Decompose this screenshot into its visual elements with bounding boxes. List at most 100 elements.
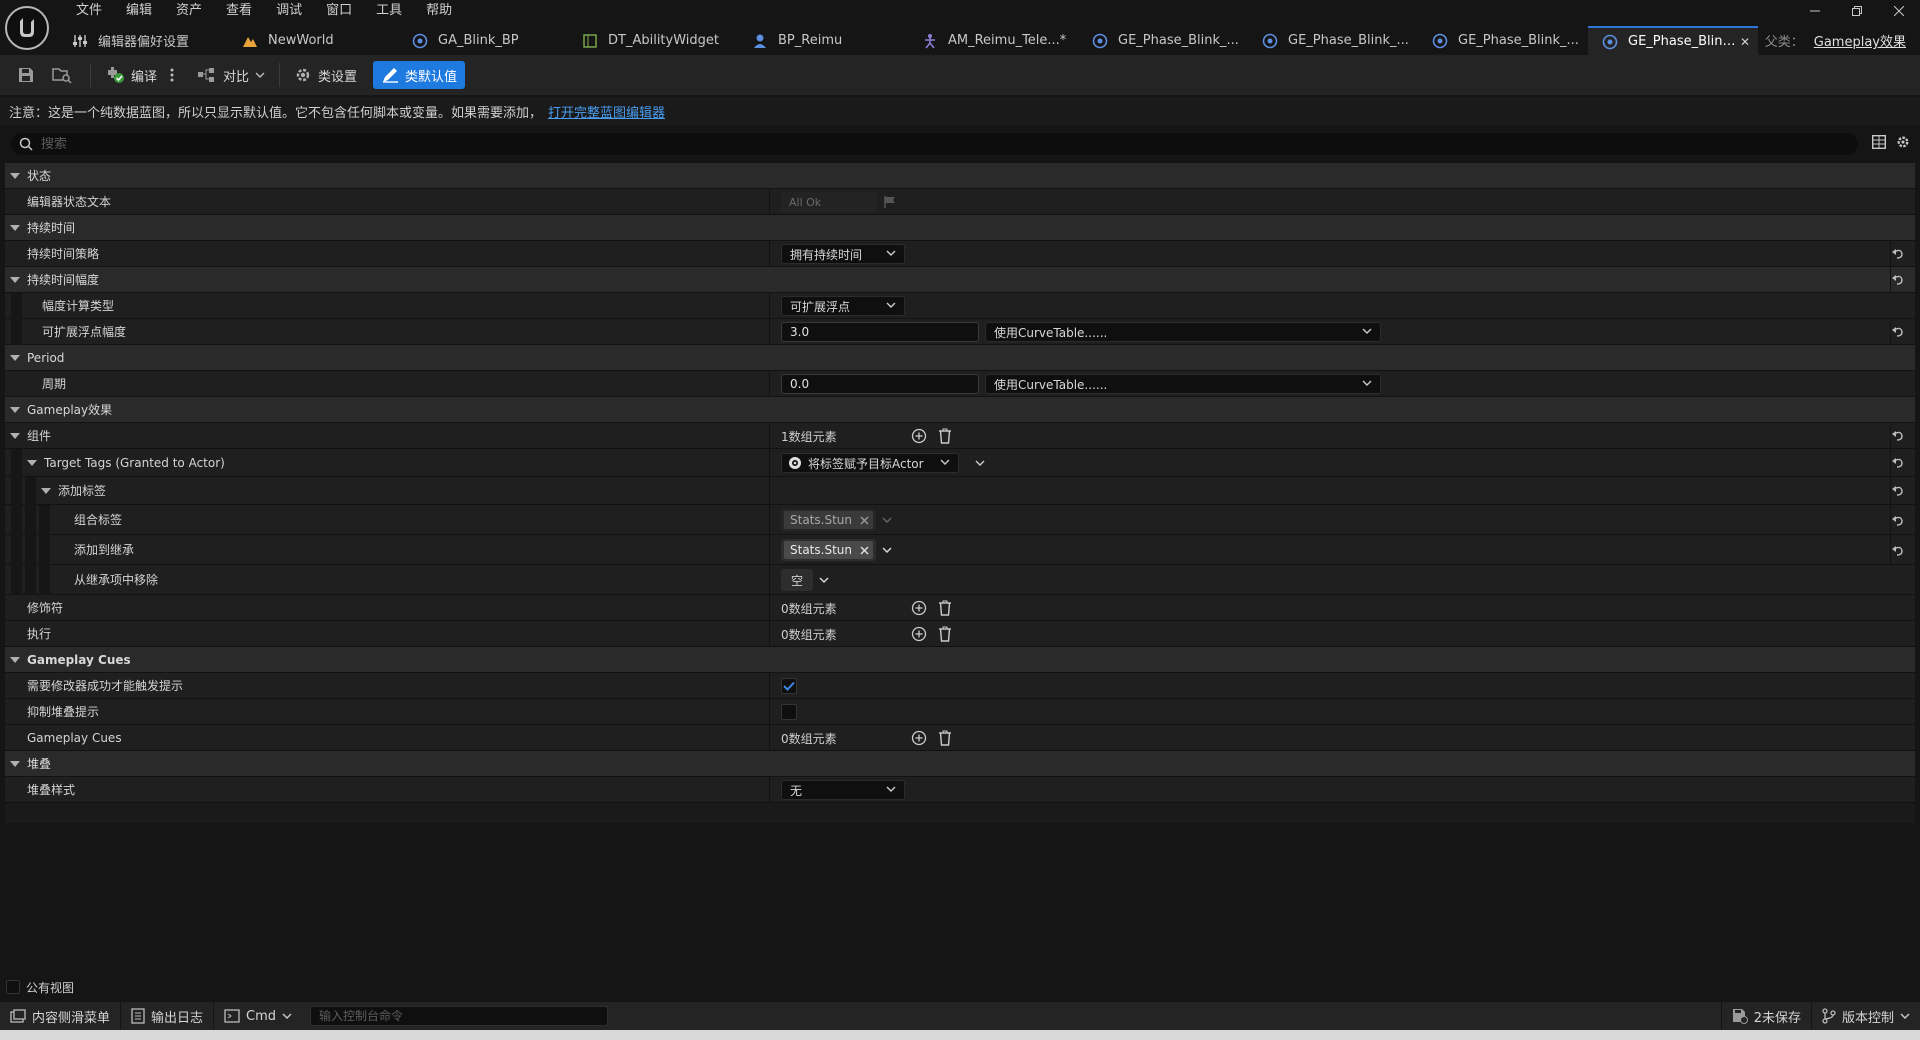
suppress-stacking-checkbox[interactable]	[781, 704, 797, 720]
duration-policy-dropdown[interactable]: 拥有持续时间	[781, 244, 905, 264]
level-icon	[242, 33, 258, 49]
diff-button[interactable]: 对比	[189, 61, 273, 89]
unreal-logo-icon[interactable]	[5, 6, 49, 50]
public-view-checkbox[interactable]	[6, 980, 20, 994]
menu-window[interactable]: 窗口	[314, 0, 364, 22]
compile-button[interactable]: 编译	[97, 61, 165, 89]
expand-arrow-icon[interactable]	[41, 486, 51, 496]
property-value: 拥有持续时间	[781, 241, 905, 267]
components-count: 1数组元素	[781, 429, 837, 444]
open-full-editor-link[interactable]: 打开完整蓝图编辑器	[548, 102, 665, 121]
tab-ge-phase-blink-3[interactable]: GE_Phase_Blink_...	[1418, 26, 1588, 55]
close-tab-icon[interactable]: ✕	[1740, 35, 1750, 49]
tag-picker-chevron-icon[interactable]	[882, 547, 892, 553]
indent-guide	[11, 565, 22, 595]
property-add-to-inherited: 添加到继承 Stats.Stun	[5, 535, 1915, 565]
tab-am-reimu-tele[interactable]: AM_Reimu_Tele...*	[908, 26, 1078, 55]
add-element-icon[interactable]	[911, 626, 927, 642]
public-view-toggle[interactable]: 公有视图	[6, 977, 74, 997]
chevron-down-icon	[940, 459, 950, 465]
category-stacking[interactable]: 堆叠	[5, 751, 1915, 777]
category-gameplay-effect[interactable]: Gameplay效果	[5, 397, 1915, 423]
component-options-chevron-icon[interactable]	[975, 460, 985, 466]
menu-file[interactable]: 文件	[64, 0, 114, 22]
category-duration[interactable]: 持续时间	[5, 215, 1915, 241]
source-control-button[interactable]: 版本控制	[1812, 1002, 1920, 1030]
table-view-icon[interactable]	[1872, 135, 1886, 149]
add-element-icon[interactable]	[911, 600, 927, 616]
console-command-input[interactable]	[310, 1006, 609, 1026]
minimize-icon[interactable]	[1794, 0, 1836, 22]
menu-asset[interactable]: 资产	[164, 0, 214, 22]
save-icon[interactable]	[12, 61, 40, 89]
reset-to-default-icon[interactable]	[1891, 325, 1903, 337]
search-input[interactable]	[41, 136, 1741, 152]
remove-tag-icon[interactable]	[860, 546, 869, 555]
require-success-checkbox[interactable]	[781, 678, 797, 694]
expand-arrow-icon[interactable]	[10, 431, 20, 441]
tab-newworld[interactable]: NewWorld	[228, 26, 398, 55]
menu-debug[interactable]: 调试	[264, 0, 314, 22]
tab-ge-phase-blink-active[interactable]: GE_Phase_Blink_... ✕	[1588, 26, 1758, 55]
menu-edit[interactable]: 编辑	[114, 0, 164, 22]
browse-asset-icon[interactable]	[48, 61, 76, 89]
period-input[interactable]: 0.0	[781, 374, 979, 394]
content-drawer-button[interactable]: 内容侧滑菜单	[0, 1002, 122, 1030]
component-class-dropdown[interactable]: 将标签赋予目标Actor	[781, 453, 959, 473]
tab-editor-preferences[interactable]: 编辑器偏好设置	[58, 26, 228, 55]
reset-to-default-icon[interactable]	[1891, 456, 1903, 468]
reset-to-default-icon[interactable]	[1891, 484, 1903, 496]
parent-class-link[interactable]: Gameplay效果	[1814, 31, 1906, 50]
indent-guide	[39, 565, 50, 595]
add-element-icon[interactable]	[911, 428, 927, 444]
tab-ga-blink-bp[interactable]: GA_Blink_BP	[398, 26, 568, 55]
trash-icon[interactable]	[937, 600, 953, 616]
column-splitter	[769, 371, 770, 397]
trash-icon[interactable]	[937, 428, 953, 444]
reset-to-default-icon[interactable]	[1891, 514, 1903, 526]
period-curve-table-dropdown[interactable]: 使用CurveTable......	[985, 374, 1381, 394]
property-value: All Ok	[781, 189, 897, 215]
class-defaults-button[interactable]: 类默认值	[373, 61, 466, 89]
category-state[interactable]: 状态	[5, 163, 1915, 189]
calc-type-dropdown[interactable]: 可扩展浮点	[781, 296, 905, 316]
property-value: 0数组元素	[781, 595, 963, 621]
class-settings-button[interactable]: 类设置	[286, 61, 365, 89]
menu-tools[interactable]: 工具	[364, 0, 414, 22]
tag-picker-chevron-icon[interactable]	[819, 577, 829, 583]
category-duration-magnitude[interactable]: 持续时间幅度	[5, 267, 1915, 293]
settings-gear-icon[interactable]	[1896, 135, 1910, 149]
remove-inherited-tags-container[interactable]: 空	[781, 569, 814, 591]
unsaved-button[interactable]: 2未保存	[1720, 1002, 1812, 1030]
reset-to-default-icon[interactable]	[1891, 247, 1903, 259]
scalable-magnitude-input[interactable]: 3.0	[781, 322, 979, 342]
category-period[interactable]: Period	[5, 345, 1915, 371]
menu-help[interactable]: 帮助	[414, 0, 464, 22]
tab-bp-reimu[interactable]: BP_Reimu	[738, 26, 908, 55]
menu-view[interactable]: 查看	[214, 0, 264, 22]
trash-icon[interactable]	[937, 626, 953, 642]
toolbar-separator	[279, 63, 281, 87]
cmd-dropdown[interactable]: Cmd	[214, 1002, 302, 1030]
duration-curve-table-dropdown[interactable]: 使用CurveTable......	[985, 322, 1381, 342]
add-inherited-tags-container[interactable]: Stats.Stun	[781, 539, 876, 561]
unsaved-files-icon	[1732, 1008, 1748, 1024]
tab-dt-abilitywidget[interactable]: DT_AbilityWidget	[568, 26, 738, 55]
status-bar: 内容侧滑菜单 输出日志 Cmd 2未保存 版本控制	[0, 1002, 1920, 1030]
diff-icon	[197, 67, 217, 83]
tab-ge-phase-blink-2[interactable]: GE_Phase_Blink_...	[1248, 26, 1418, 55]
close-window-icon[interactable]	[1878, 0, 1920, 22]
expand-arrow-icon[interactable]	[27, 458, 37, 468]
add-element-icon[interactable]	[911, 730, 927, 746]
restore-icon[interactable]	[1836, 0, 1878, 22]
output-log-button[interactable]: 输出日志	[121, 1002, 215, 1030]
reset-to-default-icon[interactable]	[1891, 273, 1903, 285]
reset-to-default-icon[interactable]	[1891, 544, 1903, 556]
stacking-type-dropdown[interactable]: 无	[781, 780, 905, 800]
trash-icon[interactable]	[937, 730, 953, 746]
reset-to-default-icon[interactable]	[1891, 429, 1903, 441]
tab-ge-phase-blink-1[interactable]: GE_Phase_Blink_...	[1078, 26, 1248, 55]
compile-options-icon[interactable]	[165, 61, 179, 89]
chevron-down-icon	[255, 72, 265, 78]
category-gameplay-cues[interactable]: Gameplay Cues	[5, 647, 1915, 673]
